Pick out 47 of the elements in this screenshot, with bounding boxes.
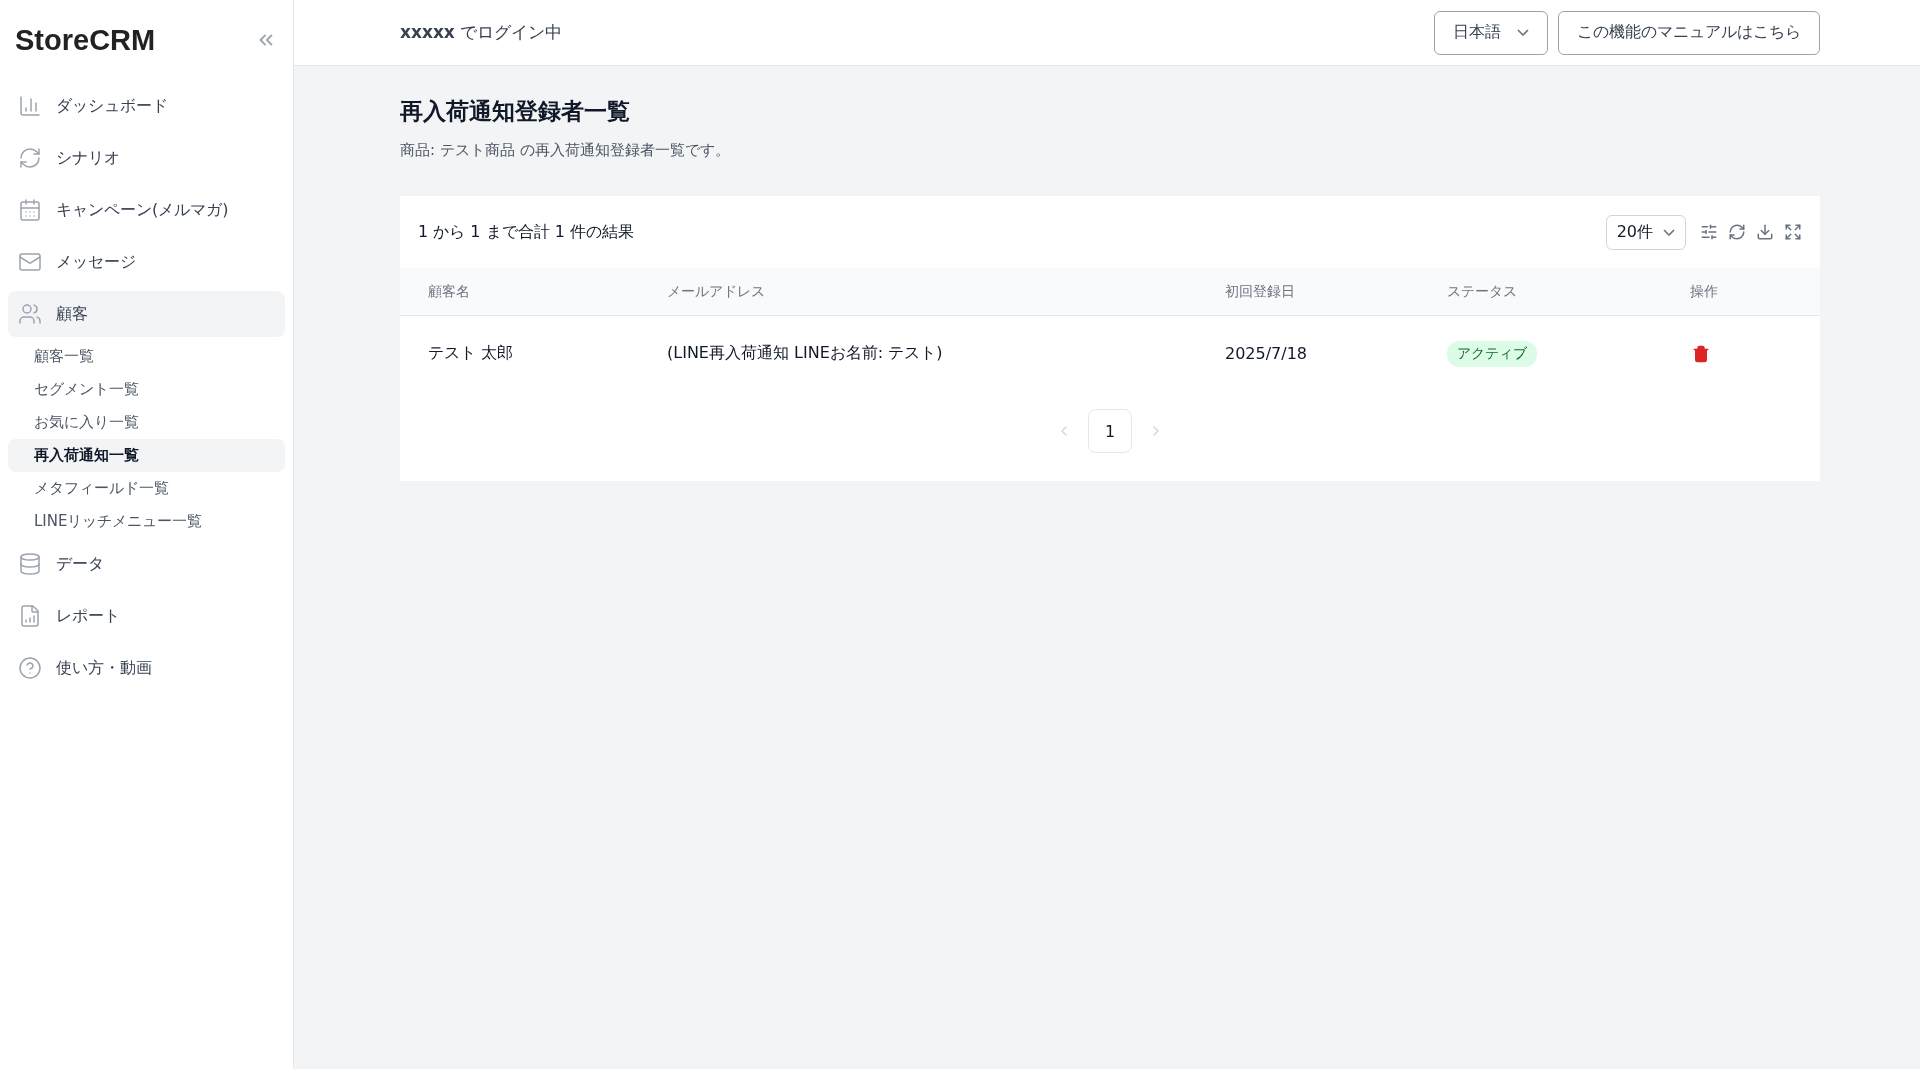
report-icon xyxy=(18,604,42,628)
page-button[interactable]: 1 xyxy=(1088,409,1132,453)
chevron-down-icon xyxy=(1517,29,1529,36)
sub-nav-item[interactable]: メタフィールド一覧 xyxy=(8,472,285,505)
sub-nav-item[interactable]: LINEリッチメニュー一覧 xyxy=(8,505,285,538)
result-summary: 1 から 1 まで合計 1 件の結果 xyxy=(418,221,634,243)
calendar-icon xyxy=(18,198,42,222)
status-badge: アクティブ xyxy=(1447,340,1537,367)
database-icon xyxy=(18,552,42,576)
language-select[interactable]: 日本語 xyxy=(1434,10,1548,55)
nav-item[interactable]: キャンペーン(メルマガ) xyxy=(8,187,285,233)
column-header: メールアドレス xyxy=(667,282,766,301)
column-header: 顧客名 xyxy=(428,282,471,301)
table-cell-text: (LINE再入荷通知 LINEお名前: テスト) xyxy=(667,343,944,364)
login-status: xxxxx でログイン中 xyxy=(400,21,563,44)
nav-item[interactable]: 使い方・動画 xyxy=(8,645,285,691)
sub-nav-item[interactable]: 顧客一覧 xyxy=(8,340,285,373)
help-icon xyxy=(18,656,42,680)
delete-icon[interactable] xyxy=(1692,344,1710,363)
filter-settings-icon[interactable] xyxy=(1700,223,1718,241)
mail-icon xyxy=(18,250,42,274)
refresh-icon xyxy=(18,146,42,170)
column-header: ステータス xyxy=(1447,282,1518,301)
manual-button[interactable]: この機能のマニュアルはこちら xyxy=(1558,10,1820,55)
column-header: 操作 xyxy=(1690,282,1719,301)
logo: StoreCRM xyxy=(15,23,156,57)
nav-item[interactable]: メッセージ xyxy=(8,239,285,285)
nav-item[interactable]: レポート xyxy=(8,593,285,639)
sub-nav-item[interactable]: 再入荷通知一覧 xyxy=(8,439,285,472)
nav-item[interactable]: 顧客 xyxy=(8,291,285,337)
sub-nav-item[interactable]: セグメント一覧 xyxy=(8,373,285,406)
table-cell-text: テスト 太郎 xyxy=(428,343,515,364)
table-cell-text: 2025/7/18 xyxy=(1225,344,1309,363)
page-description: 商品: テスト商品 の再入荷通知登録者一覧です。 xyxy=(400,141,731,160)
column-header: 初回登録日 xyxy=(1225,282,1296,301)
users-icon xyxy=(18,302,42,326)
chevron-down-icon xyxy=(1663,228,1675,236)
bar-chart-icon xyxy=(18,94,42,118)
sub-nav-item[interactable]: お気に入り一覧 xyxy=(8,406,285,439)
refresh-icon[interactable] xyxy=(1728,223,1746,241)
nav-item[interactable]: ダッシュボード xyxy=(8,83,285,129)
download-icon[interactable] xyxy=(1756,223,1774,241)
page-title: 再入荷通知登録者一覧 xyxy=(400,97,631,126)
nav-item[interactable]: シナリオ xyxy=(8,135,285,181)
nav-item[interactable]: データ xyxy=(8,541,285,587)
fullscreen-icon[interactable] xyxy=(1784,223,1802,241)
page-size-select[interactable]: 20件 xyxy=(1605,214,1686,250)
